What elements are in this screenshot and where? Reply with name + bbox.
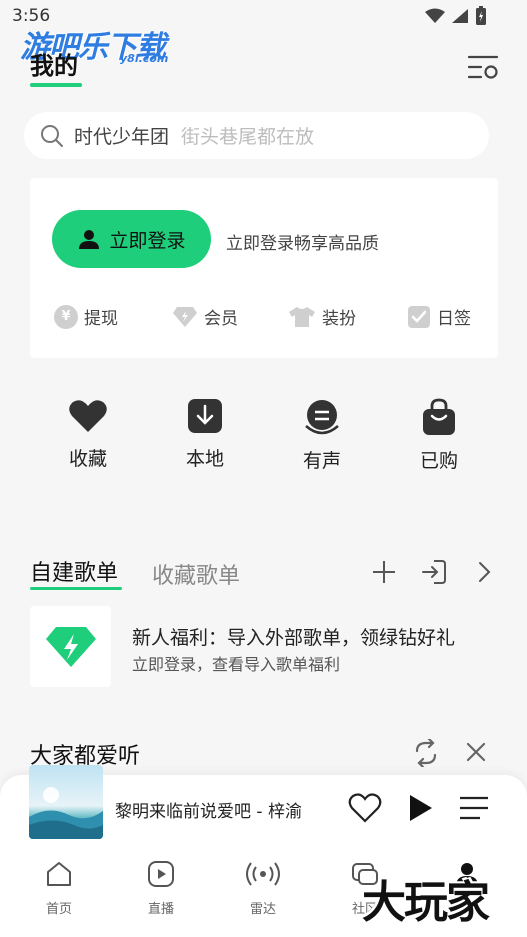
checkin-label: 日签 [437,309,471,329]
withdraw-label: 提现 [84,309,118,329]
quick-local-label: 本地 [185,448,224,470]
podcast-icon [305,400,339,435]
vip-button[interactable]: 会员 [172,304,238,329]
import-promo-thumbnail[interactable] [30,606,111,687]
search-icon [41,124,63,147]
watermark-logo-sub: y8l.com [120,52,169,65]
page-title: 我的 [30,52,78,80]
checkin-button[interactable]: 日签 [407,304,471,329]
dressup-label: 装扮 [322,309,356,329]
now-playing-title[interactable]: 黎明来临前说爱吧 - 梓渝 [115,797,330,822]
nav-live-label: 直播 [147,902,174,917]
chevron-right-icon[interactable] [477,561,491,583]
close-icon[interactable] [466,742,486,762]
watermark-bottom: 大玩家 [362,877,490,928]
tab-created-playlists[interactable]: 自建歌单 [30,555,118,587]
quick-audio-label: 有声 [302,450,341,472]
add-playlist-icon[interactable] [372,560,396,584]
quick-favorites[interactable]: 收藏 [48,398,128,471]
mini-player[interactable]: 黎明来临前说爱吧 - 梓渝 [0,765,527,850]
battery-icon [476,6,486,25]
quick-favorites-label: 收藏 [68,448,107,470]
tab-collected-playlists[interactable]: 收藏歌单 [152,558,240,590]
radar-icon [246,862,280,886]
album-art[interactable] [29,765,103,839]
login-button-label: 立即登录 [109,229,186,252]
yuan-icon: ¥ [54,304,78,329]
promo-subtitle: 立即登录，查看导入歌单福利 [132,655,341,674]
quick-local[interactable]: 本地 [165,398,245,471]
status-icons [425,6,487,26]
signal-icon [452,9,468,23]
login-card: 立即登录 立即登录畅享高品质 ¥ 提现 会员 装扮 日签 [30,178,498,358]
play-icon[interactable] [408,793,434,823]
quick-purchased[interactable]: 已购 [399,398,479,473]
nav-home-label: 首页 [45,902,72,917]
login-hint: 立即登录畅享高品质 [226,234,379,254]
settings-icon [467,55,499,79]
shirt-icon [289,306,315,327]
like-icon[interactable] [348,793,382,823]
refresh-icon[interactable] [413,739,439,767]
search-hot-word: 时代少年团 [74,126,170,148]
wifi-icon [425,8,445,23]
download-icon [188,399,222,433]
album-art-image [29,787,103,839]
withdraw-button[interactable]: ¥ 提现 [54,304,118,329]
green-diamond-icon [45,626,96,667]
search-placeholder: 街头巷尾都在放 [181,126,315,148]
tab-underline [30,587,122,590]
nav-live[interactable]: 直播 [131,860,191,917]
nav-radar[interactable]: 雷达 [233,860,293,917]
playlist-queue-icon[interactable] [458,795,490,821]
title-underline [30,83,82,87]
user-icon [79,230,100,249]
dressup-button[interactable]: 装扮 [288,304,356,329]
home-icon [47,862,71,886]
settings-button[interactable] [467,54,499,80]
nav-home[interactable]: 首页 [29,860,89,917]
bag-icon [423,398,455,435]
quick-purchased-label: 已购 [419,450,458,472]
nav-radar-label: 雷达 [249,902,276,917]
promo-title[interactable]: 新人福利：导入外部歌单，领绿钻好礼 [132,623,455,650]
quick-audio[interactable]: 有声 [282,398,362,473]
import-playlist-icon[interactable] [420,558,448,586]
vip-label: 会员 [204,309,238,329]
search-bar[interactable]: 时代少年团 街头巷尾都在放 [24,112,489,159]
login-button[interactable]: 立即登录 [52,210,211,268]
heart-icon [69,400,107,432]
check-icon [408,305,430,328]
live-icon [148,861,174,887]
diamond-icon [173,306,197,327]
